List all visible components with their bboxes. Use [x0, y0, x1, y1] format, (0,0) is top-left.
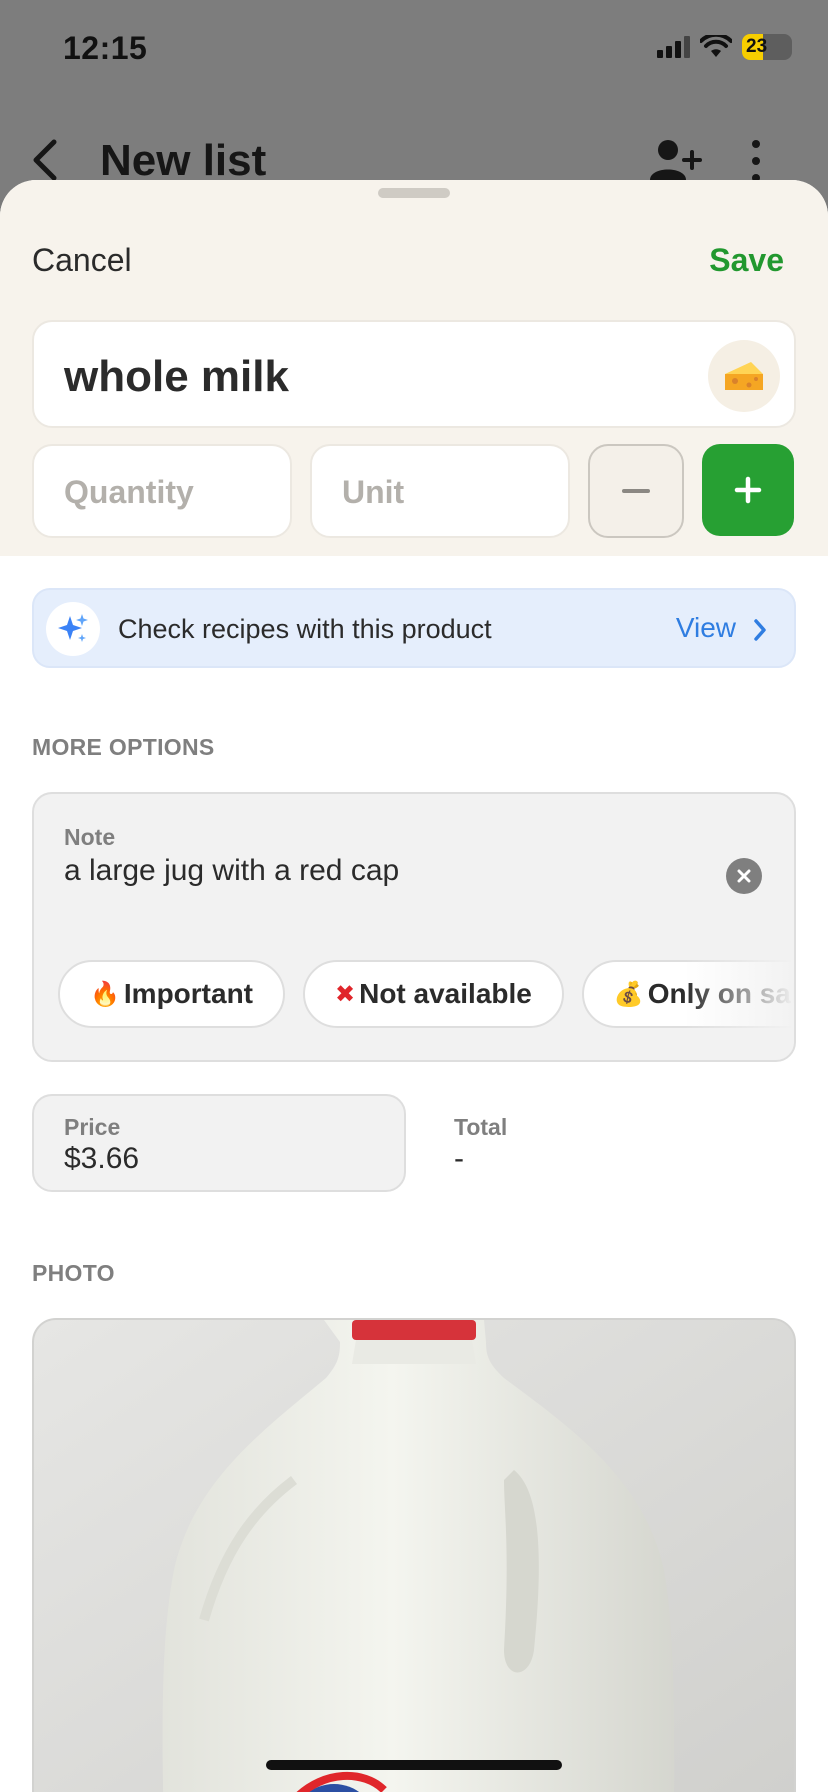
- recipes-view-link[interactable]: View: [676, 612, 736, 644]
- battery-level: 23: [746, 36, 768, 57]
- more-vertical-icon[interactable]: [752, 140, 760, 182]
- chevron-right-icon: [754, 619, 766, 641]
- more-options-heading: MORE OPTIONS: [32, 734, 215, 760]
- sheet-grabber[interactable]: [378, 188, 450, 198]
- status-time: 12:15: [63, 30, 148, 66]
- increment-button[interactable]: [702, 444, 794, 536]
- price-caption: Price: [64, 1114, 121, 1140]
- total-value: -: [454, 1142, 464, 1175]
- cancel-button[interactable]: Cancel: [32, 242, 132, 279]
- list-title: New list: [100, 136, 267, 185]
- chip-label: Not available: [359, 978, 532, 1009]
- fire-icon: 🔥: [90, 980, 120, 1008]
- home-indicator: [266, 1760, 562, 1770]
- recipes-label: Check recipes with this product: [118, 614, 492, 644]
- note-value: a large jug with a red cap: [64, 854, 400, 887]
- chip-important[interactable]: 🔥 Important: [58, 960, 285, 1028]
- sheet-header: Cancel Save whole milk Quantity Unit: [0, 180, 828, 556]
- price-field[interactable]: Price $3.66: [32, 1094, 406, 1192]
- product-photo[interactable]: [32, 1318, 796, 1792]
- cross-icon: ✖: [335, 980, 356, 1008]
- milk-jug-image: [34, 1320, 794, 1792]
- chip-label: Important: [123, 978, 253, 1009]
- plus-icon: [734, 476, 762, 504]
- decrement-button[interactable]: [588, 444, 684, 538]
- add-user-icon[interactable]: [648, 138, 704, 182]
- item-name-text: whole milk: [64, 352, 289, 401]
- minus-icon: [622, 489, 650, 493]
- photo-heading: PHOTO: [32, 1260, 115, 1286]
- clear-note-button[interactable]: [726, 858, 762, 894]
- clear-icon: [737, 869, 751, 883]
- recipes-banner[interactable]: Check recipes with this product View: [32, 588, 796, 668]
- quantity-placeholder: Quantity: [64, 474, 194, 510]
- wifi-icon: [700, 35, 732, 57]
- edit-item-sheet: Cancel Save whole milk Quantity Unit Che…: [0, 180, 828, 1792]
- note-caption: Note: [64, 824, 116, 850]
- cheese-icon: [725, 362, 763, 390]
- category-button[interactable]: [708, 340, 780, 412]
- background-screen: 12:15 23 New list: [0, 0, 828, 200]
- signal-icon: [657, 36, 690, 58]
- status-icons: 23: [657, 34, 792, 60]
- unit-placeholder: Unit: [342, 474, 405, 510]
- battery-icon: 23: [742, 34, 792, 60]
- money-bag-icon: 💰: [613, 980, 644, 1008]
- note-field[interactable]: Note a large jug with a red cap 🔥 Import…: [32, 792, 796, 1062]
- unit-input[interactable]: Unit: [310, 444, 570, 538]
- quantity-input[interactable]: Quantity: [32, 444, 292, 538]
- back-chevron-icon[interactable]: [30, 138, 60, 182]
- total-caption: Total: [454, 1114, 508, 1140]
- item-name-field[interactable]: whole milk: [32, 320, 796, 428]
- chips-fade: [684, 944, 794, 1044]
- price-value: $3.66: [64, 1142, 140, 1175]
- sparkle-icon: [46, 602, 100, 656]
- chip-not-available[interactable]: ✖ Not available: [303, 960, 564, 1028]
- save-button[interactable]: Save: [709, 242, 784, 279]
